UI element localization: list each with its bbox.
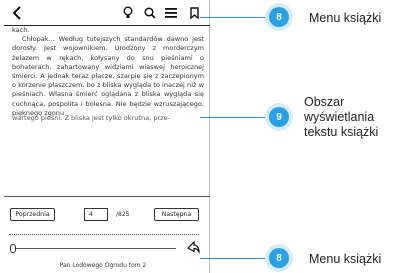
- label-top: Menu książki: [309, 11, 382, 25]
- search-icon[interactable]: [143, 5, 157, 21]
- label-bottom: Menu książki: [309, 252, 382, 266]
- next-page-button[interactable]: Następna: [154, 208, 199, 221]
- badge-top: 8: [269, 7, 289, 27]
- callout-line-middle: [200, 117, 270, 118]
- bookmark-icon[interactable]: [188, 5, 200, 21]
- share-icon[interactable]: [186, 240, 200, 254]
- callout-line-bottom: [200, 258, 270, 259]
- reading-progress-slider[interactable]: [16, 248, 176, 249]
- previous-page-button[interactable]: Poprzednia: [10, 208, 55, 221]
- book-cut-line: wartego pieśni. Z bliska jest tylko okru…: [12, 114, 170, 123]
- badge-bottom: 8: [269, 248, 289, 268]
- page-navigation: Poprzednia 4 /825 Następna: [4, 196, 210, 221]
- page-total: /825: [116, 211, 130, 218]
- text-fragment: kach.: [12, 26, 30, 34]
- reader-top-bar: [4, 0, 210, 26]
- chapter-title: Pan Lodowego Ogrodu tom 2: [59, 262, 147, 269]
- page-number-input[interactable]: 4: [84, 208, 108, 221]
- menu-icon[interactable]: [164, 5, 178, 21]
- lightbulb-icon[interactable]: [122, 5, 134, 21]
- book-text-area[interactable]: kach. Chłopak... Według tutejszych stand…: [12, 26, 204, 188]
- label-middle-line-2: wyświetlania: [304, 110, 375, 124]
- callout-line-top: [200, 17, 270, 18]
- label-middle: Obszar wyświetlania tekstu książki: [304, 95, 378, 140]
- badge-middle: 9: [269, 107, 289, 127]
- slider-handle[interactable]: [10, 244, 16, 253]
- dotted-divider: [9, 234, 199, 235]
- chevron-left-icon[interactable]: [10, 5, 24, 21]
- screen-frame: kach. Chłopak... Według tutejszych stand…: [4, 0, 210, 273]
- label-middle-line-1: Obszar: [304, 95, 345, 109]
- book-paragraph: Chłopak... Według tutejszych standardów …: [12, 35, 204, 117]
- device-screen: kach. Chłopak... Według tutejszych stand…: [0, 0, 210, 273]
- label-middle-line-3: tekstu książki: [304, 125, 379, 139]
